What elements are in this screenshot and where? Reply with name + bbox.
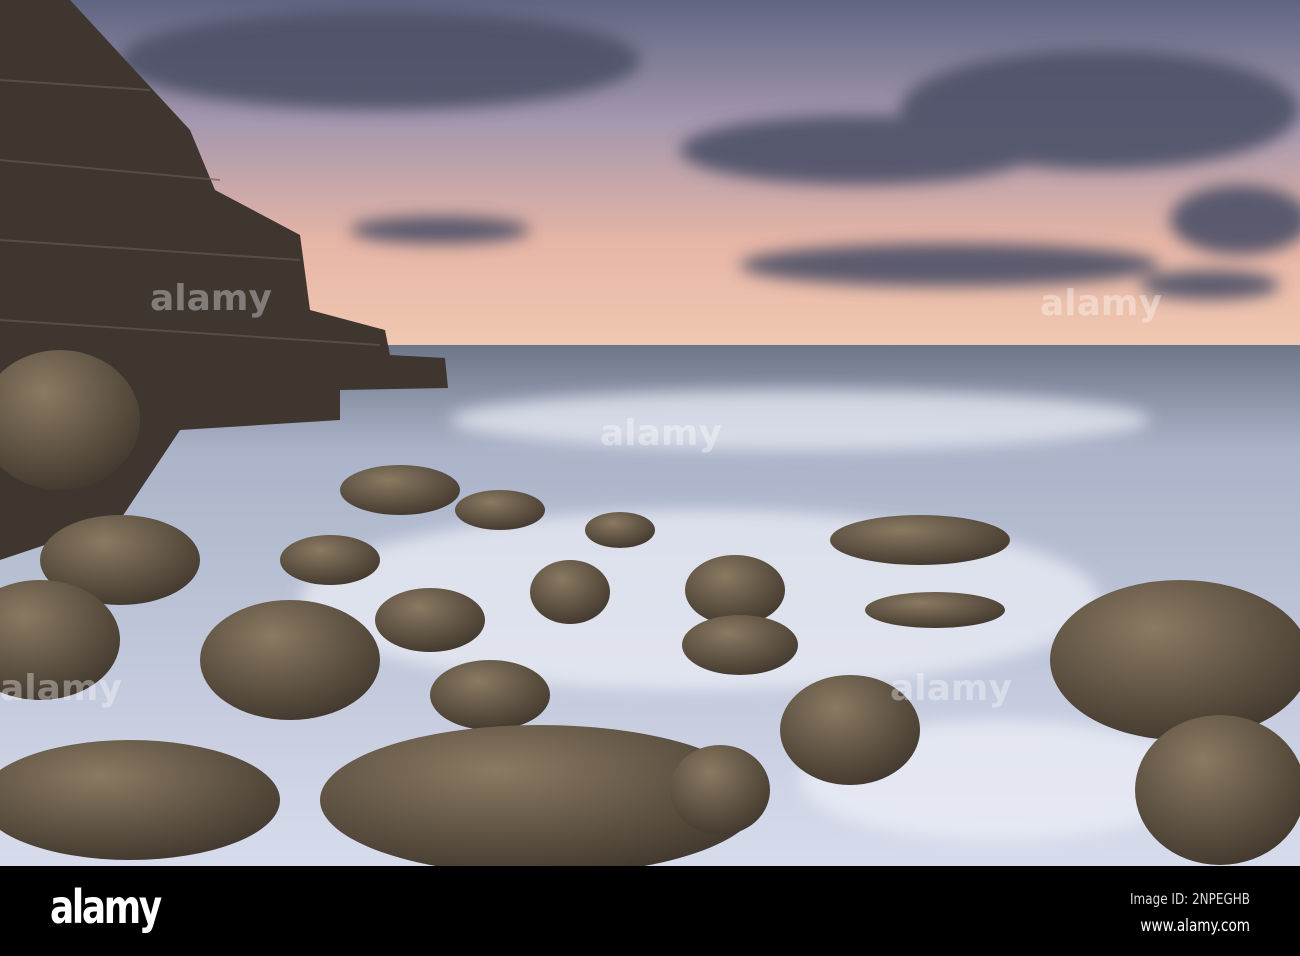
svg-text:alamy: alamy xyxy=(150,278,272,319)
coastal-photo: alamy alamy alamy alamy alamy xyxy=(0,0,1300,866)
svg-text:alamy: alamy xyxy=(600,413,722,454)
stock-photo-page: alamy alamy alamy alamy alamy alamy Image I… xyxy=(0,0,1300,956)
image-id: Image ID: 2NPEGHB xyxy=(1129,890,1250,908)
footer-bar: alamy Image ID: 2NPEGHB www.alamy.com xyxy=(0,866,1300,956)
alamy-logo[interactable]: alamy xyxy=(50,880,162,934)
svg-text:alamy: alamy xyxy=(0,668,122,709)
site-url[interactable]: www.alamy.com xyxy=(1140,916,1250,936)
svg-text:alamy: alamy xyxy=(1040,283,1162,324)
svg-text:alamy: alamy xyxy=(890,668,1012,709)
